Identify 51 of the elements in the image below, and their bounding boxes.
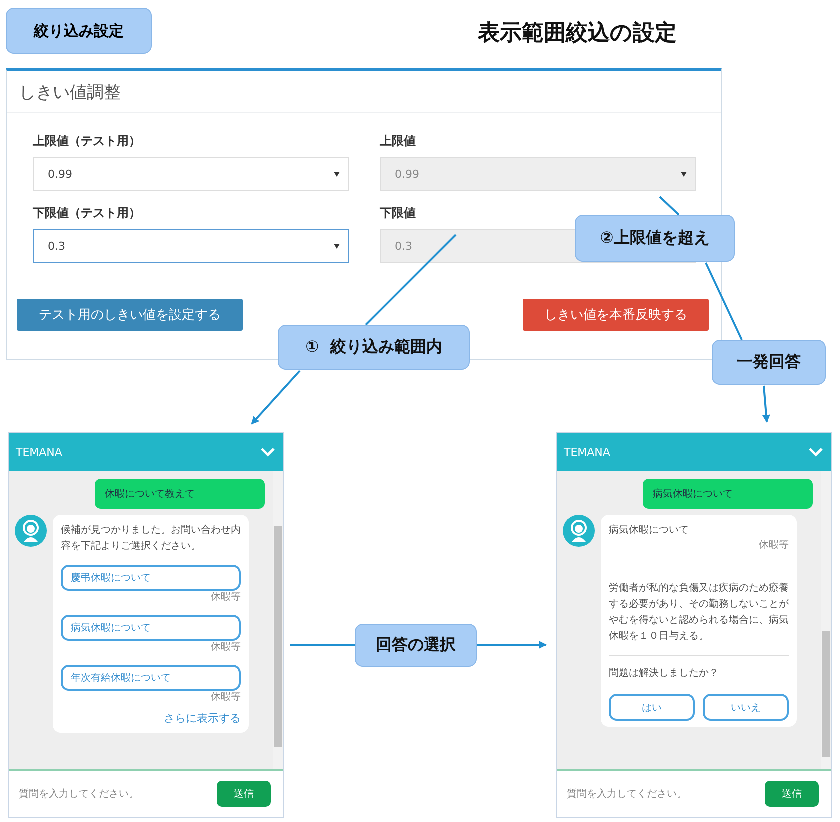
field-label: 下限値 xyxy=(380,205,416,222)
field-label: 下限値（テスト用） xyxy=(33,205,141,222)
action-button[interactable]: テスト用のしきい値を設定する xyxy=(17,299,243,331)
send-button[interactable]: 送信 xyxy=(217,781,271,807)
scrollbar[interactable] xyxy=(821,471,831,769)
caret-icon xyxy=(681,172,687,176)
scrollbar[interactable] xyxy=(273,471,283,769)
answer-title: 病気休暇について xyxy=(609,524,690,538)
leader-line xyxy=(290,644,355,646)
choice-button[interactable]: 慶弔休暇について xyxy=(61,565,241,591)
leader-line xyxy=(659,196,680,216)
chevron-down-icon[interactable] xyxy=(809,447,823,457)
callout-tooltip: ②上限値を超え xyxy=(575,215,735,262)
chat-title: TEMANA xyxy=(564,446,610,458)
select-field[interactable]: 0.99 xyxy=(33,157,349,191)
bot-avatar-icon xyxy=(15,515,47,547)
action-button[interactable]: しきい値を本番反映する xyxy=(523,299,709,331)
field-label: 上限値（テスト用） xyxy=(33,133,141,150)
select-field[interactable]: 0.3 xyxy=(33,229,349,263)
feedback-button[interactable]: はい xyxy=(609,694,695,721)
section-label: 絞り込み設定 xyxy=(6,8,152,54)
message-input-field[interactable]: 質問を入力してください。 送信 xyxy=(9,769,283,817)
feedback-button[interactable]: いいえ xyxy=(703,694,789,721)
category-label: 休暇等 xyxy=(210,591,241,605)
callout-tooltip: 一発回答 xyxy=(712,340,826,385)
bot-avatar-icon xyxy=(563,515,595,547)
callout-tooltip: 回答の選択 xyxy=(355,624,477,667)
user-message-bubble: 休暇について教えて xyxy=(95,479,265,509)
arrow xyxy=(251,370,301,425)
user-message-bubble: 病気休暇について xyxy=(643,479,813,509)
field-label: 上限値 xyxy=(380,133,416,150)
show-more-link[interactable]: さらに表示する xyxy=(61,711,241,727)
callout-tooltip: ① 絞り込み範囲内 xyxy=(278,325,470,370)
chat-title: TEMANA xyxy=(16,446,62,458)
chevron-down-icon[interactable] xyxy=(261,447,275,457)
panel-title: しきい値調整 xyxy=(19,82,122,104)
category-label: 休暇等 xyxy=(210,641,241,655)
send-button[interactable]: 送信 xyxy=(765,781,819,807)
choice-button[interactable]: 病気休暇について xyxy=(61,615,241,641)
answer-text: 労働者が私的な負傷又は疾病のため療養する必要があり、その勤務しないことがやむを得ないと認められる場合に、病気休暇を１０日与える。 xyxy=(609,582,789,644)
arrow xyxy=(762,386,770,423)
message-input-field[interactable]: 質問を入力してください。 送信 xyxy=(557,769,831,817)
category-label: 休暇等 xyxy=(210,691,241,705)
choice-button[interactable]: 年次有給休暇について xyxy=(61,665,241,691)
bot-message-text: 候補が見つかりました。お問い合わせ内容を下記よりご選択ください。 xyxy=(61,524,241,554)
diagram-title: 表示範囲絞込の設定 xyxy=(478,20,677,48)
caret-icon xyxy=(334,172,340,176)
feedback-question: 問題は解決しましたか？ xyxy=(609,666,720,681)
arrow xyxy=(476,641,547,649)
caret-icon xyxy=(334,244,340,248)
category-label: 休暇等 xyxy=(758,539,789,553)
